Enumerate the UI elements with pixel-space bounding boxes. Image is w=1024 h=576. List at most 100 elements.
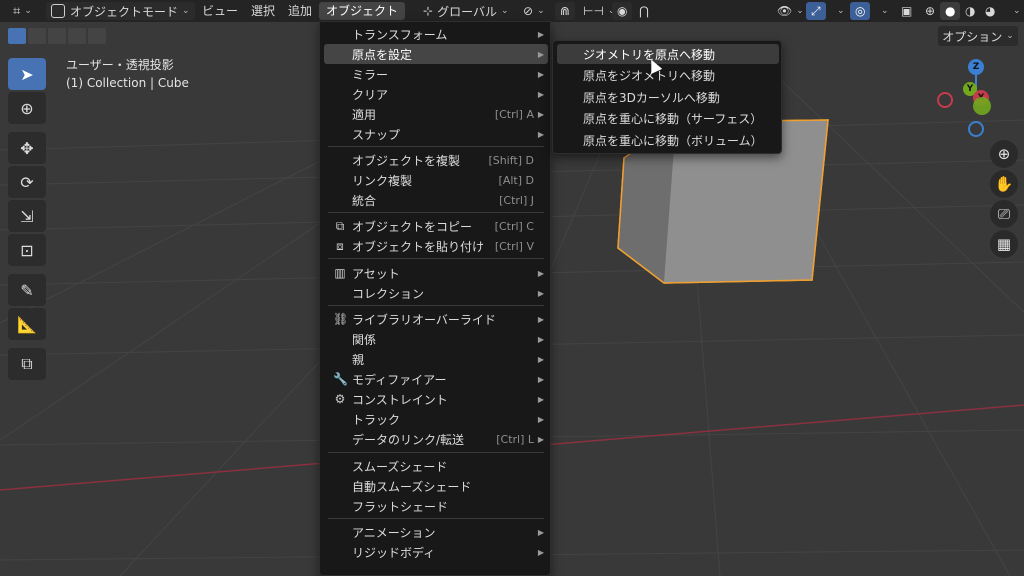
rotate-icon: ⟳ [20,172,34,192]
object-menu-item[interactable]: 統合 [Ctrl] J [324,190,548,210]
shading-material[interactable]: ◑ [960,2,980,20]
object-menu-item[interactable]: スナップ ▶ [324,124,548,144]
menu-item-label: 統合 [352,193,377,208]
object-menu-item[interactable]: データのリンク/転送 [Ctrl] L ▶ [324,429,548,449]
submenu-arrow-icon: ▶ [537,109,544,119]
select-extend-icon[interactable] [28,28,46,44]
menu-item-label: リンク複製 [352,173,413,188]
menu-item-label: トラック [352,412,401,427]
object-menu-item[interactable]: リンク複製 [Alt] D [324,170,548,190]
orientation-label: グローバル [437,4,497,19]
transform-tool[interactable]: ⊡ [8,234,46,266]
gizmo-toggle[interactable]: ⤢ [806,2,826,20]
add-cube-tool[interactable]: ⧉ [8,348,46,380]
object-menu-item[interactable]: ▥ アセット ▶ [324,263,548,283]
set-origin-item[interactable]: 原点を3Dカーソルへ移動 [557,87,779,107]
menu-item-label: 原点を設定 [352,47,413,62]
pencil-icon: ✎ [20,280,34,300]
object-menu-item[interactable]: リジッドボディ ▶ [324,542,548,562]
move-tool[interactable]: ✥ [8,132,46,164]
visibility-button[interactable]: 👁 ⌄ [772,2,809,20]
hand-icon: ✋ [994,175,1014,193]
object-menu-item[interactable]: ⧉ オブジェクトをコピー [Ctrl] C [324,216,548,236]
menu-item-label: ミラー [352,67,389,82]
object-menu-item[interactable]: 適用 [Ctrl] A ▶ [324,104,548,124]
object-menu-item[interactable]: 親 ▶ [324,349,548,369]
object-menu-item[interactable]: ⚙ コンストレイント ▶ [324,389,548,409]
object-menu-item[interactable]: トランスフォーム ▶ [324,24,548,44]
snap-button[interactable]: ⋒ [555,2,576,20]
scale-tool[interactable]: ⇲ [8,200,46,232]
object-menu-item[interactable]: オブジェクトを複製 [Shift] D [324,150,548,170]
set-origin-item[interactable]: ジオメトリを原点へ移動 [557,44,779,64]
shading-wireframe[interactable]: ⊕ [920,2,940,20]
editor-type-button[interactable]: ⌗ ⌄ [8,2,37,20]
submenu-arrow-icon: ▶ [537,394,544,404]
object-menu-item[interactable]: ミラー ▶ [324,64,548,84]
object-menu-item[interactable]: ⛓ ライブラリオーバーライド ▶ [324,309,548,329]
select-subtract-icon[interactable] [48,28,66,44]
object-menu-item[interactable]: 原点を設定 ▶ [324,44,548,64]
ortho-toggle-button[interactable]: ▦ [990,230,1018,258]
object-menu-item[interactable]: アニメーション ▶ [324,522,548,542]
select-new-icon[interactable] [8,28,26,44]
object-menu-item[interactable]: ⧈ オブジェクトを貼り付け [Ctrl] V [324,236,548,256]
shading-rendered[interactable]: ◕ [980,2,1000,20]
xray-icon: ▣ [901,4,913,18]
object-menu-item[interactable]: 関係 ▶ [324,329,548,349]
shading-dropdown[interactable]: ⌄ [1004,2,1024,20]
shading-solid[interactable]: ● [940,2,961,20]
cursor-tool[interactable]: ⊕ [8,92,46,124]
proportional-edit-button[interactable]: ◉ [612,2,633,20]
material-sphere-icon: ◑ [965,4,976,18]
z-axis-icon[interactable]: Z [968,59,984,75]
overlays-dropdown[interactable]: ⌄ [872,2,894,20]
set-origin-item[interactable]: 原点を重心に移動（サーフェス） [557,109,779,129]
submenu-arrow-icon: ▶ [537,547,544,557]
object-menu-item[interactable]: トラック ▶ [324,409,548,429]
transform-orientation-selector[interactable]: ⊹ グローバル ⌄ [418,2,514,20]
measure-tool[interactable]: 📐 [8,308,46,340]
menu-object[interactable]: オブジェクト [319,2,406,20]
chevron-down-icon: ⌄ [1006,31,1014,41]
chevron-down-icon: ⌄ [837,6,845,16]
object-menu: トランスフォーム ▶ 原点を設定 ▶ ミラー ▶ クリア ▶ 適用 [Ctrl] A ▶ スナップ ▶ オ… [319,21,551,576]
menu-add[interactable]: 追加 [288,2,312,20]
rotate-tool[interactable]: ⟳ [8,166,46,198]
object-menu-item[interactable]: コレクション ▶ [324,283,548,303]
menu-item-label: オブジェクトを複製 [352,153,461,168]
select-box-tool[interactable]: ➤ [8,58,46,90]
menu-view[interactable]: ビュー [202,2,238,20]
options-dropdown[interactable]: オプション ⌄ [938,26,1018,46]
pivot-point-button[interactable]: ⊘ ⌄ [518,2,550,20]
object-menu-item[interactable]: スムーズシェード [324,456,548,476]
pan-button[interactable]: ✋ [990,170,1018,198]
annotate-tool[interactable]: ✎ [8,274,46,306]
menu-item-label: コレクション [352,286,425,301]
object-menu-item[interactable]: フラットシェード [324,496,548,516]
neg-x-axis-icon[interactable] [937,92,953,108]
proportional-edit-icon: ◉ [617,4,628,18]
overlays-toggle[interactable]: ◎ [850,2,871,20]
magnet-icon: ⋒ [560,4,571,18]
select-invert-icon[interactable] [68,28,86,44]
y-neg-axis-icon[interactable] [973,97,991,115]
xray-toggle[interactable]: ▣ [896,2,917,20]
camera-view-button[interactable]: ⎚ [990,200,1018,228]
menu-item-label: モディファイアー [352,372,447,387]
gizmo-dropdown[interactable]: ⌄ [828,2,850,20]
object-menu-item[interactable]: 自動スムーズシェード [324,476,548,496]
mode-selector[interactable]: オブジェクトモード ⌄ [46,2,195,20]
set-origin-item[interactable]: 原点をジオメトリへ移動 [557,66,779,86]
menu-select[interactable]: 選択 [251,2,275,20]
object-menu-item[interactable]: クリア ▶ [324,84,548,104]
falloff-button[interactable]: ⋂ [634,2,654,20]
move-icon: ✥ [20,138,34,158]
object-menu-item[interactable]: 🔧 モディファイアー ▶ [324,369,548,389]
overlays-icon: ◎ [855,4,866,18]
select-intersect-icon[interactable] [88,28,106,44]
set-origin-item[interactable]: 原点を重心に移動（ボリューム） [557,130,779,150]
zoom-button[interactable]: ⊕ [990,140,1018,168]
neg-z-axis-icon[interactable] [968,121,984,137]
menu-item-shortcut: [Ctrl] C [494,219,534,233]
